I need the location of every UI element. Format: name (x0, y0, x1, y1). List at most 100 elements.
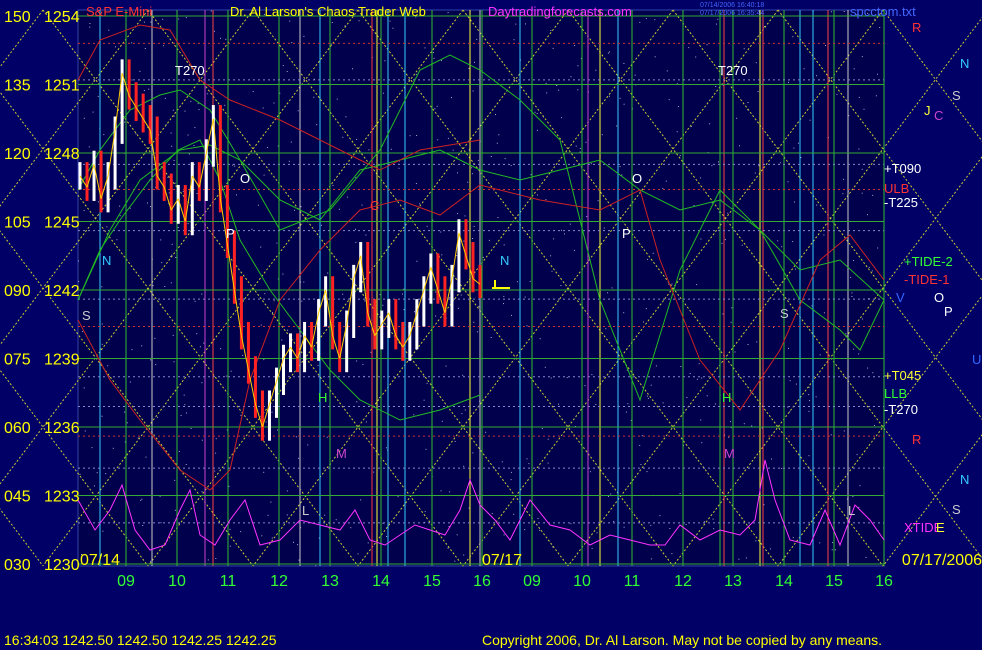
star-dot (616, 125, 618, 127)
star-dot (303, 281, 305, 283)
star-dot (164, 286, 166, 287)
star-dot (456, 255, 458, 257)
chart-annotation: N (102, 253, 111, 268)
x-tick-label: 09 (523, 573, 541, 590)
star-dot (178, 18, 180, 20)
star-dot (261, 535, 263, 537)
star-dot (220, 348, 222, 350)
price-tick-label: 1248 (44, 146, 80, 163)
star-dot (356, 401, 358, 403)
star-dot (384, 60, 386, 62)
y-tick-label: 060 (4, 420, 31, 437)
star-dot (116, 239, 118, 241)
star-dot (413, 414, 415, 416)
star-dot (607, 52, 609, 54)
star-dot (867, 214, 868, 216)
symbol-label: S&P E-Mini (86, 4, 152, 19)
star-dot (510, 479, 512, 481)
star-dot (188, 153, 190, 155)
star-dot (356, 138, 358, 140)
star-dot (267, 147, 269, 148)
star-dot (741, 244, 743, 246)
star-dot (142, 525, 144, 526)
star-dot (727, 212, 729, 214)
star-dot (137, 437, 139, 439)
star-dot (811, 305, 813, 307)
chart-annotation: P (622, 226, 631, 241)
star-dot (168, 192, 170, 194)
star-dot (716, 23, 717, 25)
star-dot (679, 155, 681, 157)
star-dot (792, 36, 794, 38)
star-dot (788, 81, 789, 83)
star-dot (861, 192, 863, 194)
star-dot (342, 293, 344, 295)
star-dot (300, 206, 302, 208)
star-dot (646, 395, 648, 397)
star-dot (101, 415, 103, 417)
star-dot (228, 485, 230, 487)
star-dot (797, 142, 799, 144)
price-tick-label: 1251 (44, 78, 80, 95)
star-dot (160, 239, 162, 241)
right-label: C (934, 108, 943, 123)
star-dot (270, 501, 272, 503)
star-dot (426, 225, 428, 227)
star-dot (611, 287, 613, 289)
y-tick-label: 045 (4, 489, 31, 506)
chart-annotation: T270 (175, 63, 205, 78)
star-dot (154, 337, 156, 339)
star-dot (293, 541, 294, 543)
star-dot (426, 382, 428, 384)
star-dot (273, 102, 275, 104)
star-dot (83, 117, 85, 119)
chart-annotation: M (336, 446, 347, 461)
star-dot (711, 165, 713, 167)
star-dot (467, 181, 469, 183)
star-dot (378, 397, 380, 399)
star-dot (703, 521, 705, 523)
star-dot (476, 38, 478, 40)
x-tick-label: 10 (168, 573, 186, 590)
star-dot (260, 324, 262, 326)
star-dot (831, 549, 833, 551)
star-dot (88, 146, 90, 148)
star-dot (473, 225, 475, 227)
star-dot (608, 495, 609, 497)
star-dot (409, 135, 411, 137)
star-dot (585, 141, 587, 143)
star-dot (545, 199, 547, 201)
star-dot (696, 284, 698, 286)
star-dot (504, 158, 506, 160)
star-dot (819, 354, 821, 356)
star-dot (180, 415, 182, 416)
x-tick-label: 15 (825, 573, 843, 590)
star-dot (402, 293, 403, 295)
star-dot (482, 256, 484, 258)
quote-line: 16:34:03 1242.50 1242.50 1242.25 1242.25 (4, 632, 277, 648)
star-dot (173, 361, 175, 363)
star-dot (524, 529, 526, 531)
star-dot (290, 141, 292, 143)
star-dot (457, 172, 458, 174)
star-dot (437, 139, 439, 141)
star-dot (201, 293, 203, 295)
site-link[interactable]: Daytradingforecasts.com (488, 4, 632, 19)
star-dot (781, 467, 783, 469)
star-dot (161, 262, 163, 264)
star-dot (751, 425, 753, 427)
chart-annotation: H (722, 390, 731, 405)
star-dot (552, 47, 554, 49)
star-dot (747, 102, 749, 103)
star-dot (183, 394, 185, 396)
star-dot (573, 249, 575, 251)
star-dot (172, 109, 174, 111)
star-dot (260, 246, 262, 248)
star-dot (863, 108, 865, 110)
star-dot (832, 542, 834, 544)
star-dot (315, 565, 317, 567)
star-dot (463, 554, 465, 556)
star-dot (119, 205, 121, 207)
star-dot (609, 51, 610, 53)
star-dot (627, 403, 629, 405)
